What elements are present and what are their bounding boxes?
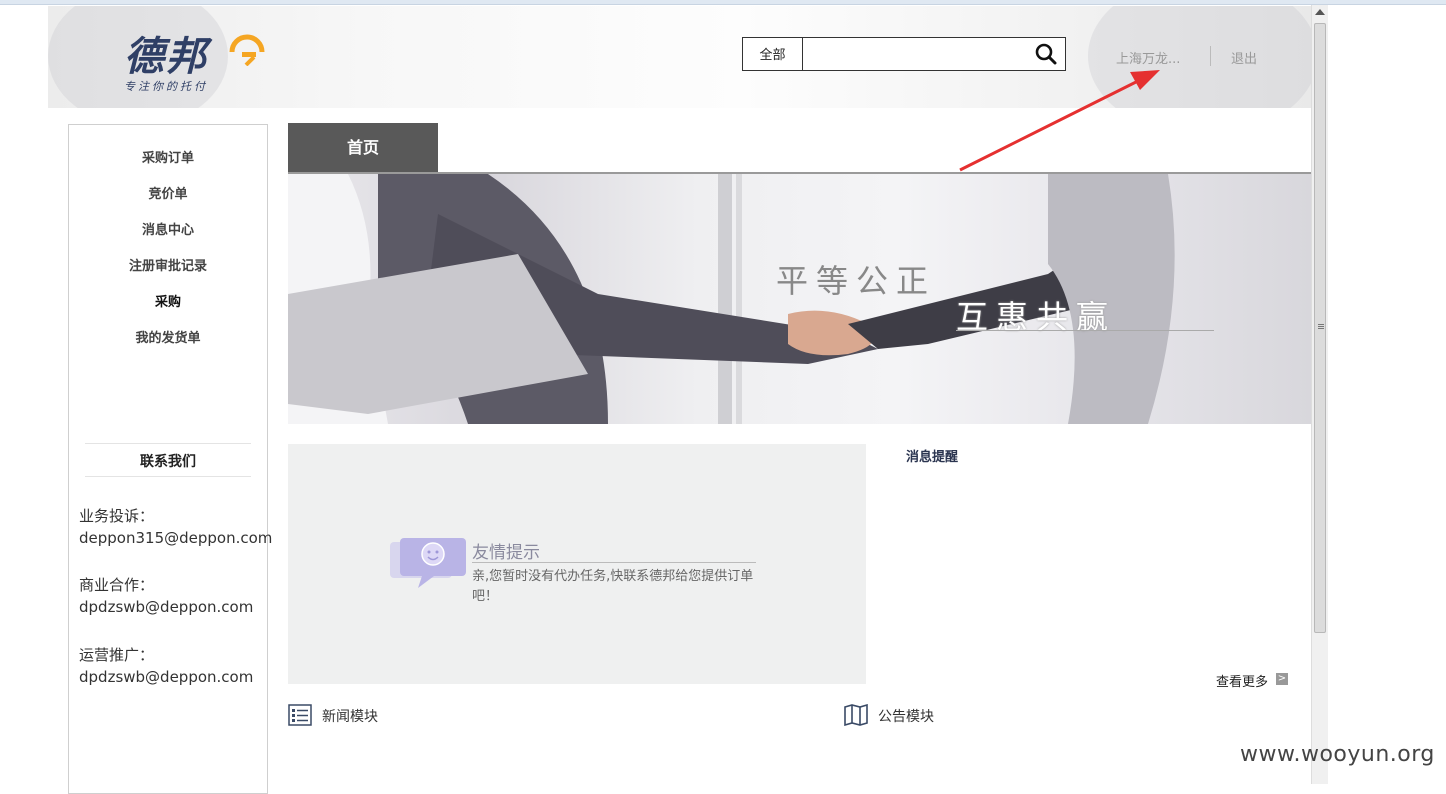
tip-title: 友情提示 <box>472 543 540 563</box>
contact-email: dpdzswb@deppon.com <box>79 668 254 686</box>
browser-top-edge <box>0 0 1446 5</box>
tip-message: 亲,您暂时没有代办任务,快联系德邦给您提供订单吧！ <box>472 569 754 604</box>
tip-divider <box>472 562 756 563</box>
sidebar-item-message-center[interactable]: 消息中心 <box>69 219 267 238</box>
scrollbar-thumb[interactable] <box>1314 23 1326 633</box>
search-scope-select[interactable]: 全部 <box>743 38 803 70</box>
chat-bubble-icon <box>390 538 466 588</box>
todo-tip-panel: 友情提示 亲,您暂时没有代办任务,快联系德邦给您提供订单吧！ <box>288 444 866 684</box>
notice-module-label: 公告模块 <box>878 709 934 725</box>
banner-underline <box>956 330 1214 331</box>
chevron-right-icon[interactable]: > <box>1276 673 1288 685</box>
view-more-link[interactable]: 查看更多 <box>1216 671 1268 690</box>
logo-brand-text: 德邦 <box>124 33 208 80</box>
banner-slogan-2: 互惠共赢 <box>956 298 1117 336</box>
page-scrollbar[interactable] <box>1311 5 1328 784</box>
news-module-label: 新闻模块 <box>322 709 378 725</box>
search-bar: 全部 <box>742 37 1066 71</box>
logo-slogan: 专注你的托付 <box>124 80 208 93</box>
sidebar-item-shipments[interactable]: 我的发货单 <box>69 327 267 346</box>
site-header: 德邦 专注你的托付 全部 上海万龙... 退出 <box>48 6 1311 108</box>
contact-label: 业务投诉： <box>79 507 155 525</box>
contact-complaint: 业务投诉： deppon315@deppon.com <box>79 505 272 549</box>
grip-icon <box>1318 324 1324 325</box>
deppon-logo[interactable]: 德邦 专注你的托付 <box>124 24 274 94</box>
scroll-up-arrow-icon[interactable] <box>1315 9 1325 15</box>
current-user-link[interactable]: 上海万龙... <box>1116 48 1180 67</box>
sidebar-item-registration-approval[interactable]: 注册审批记录 <box>69 255 267 274</box>
list-icon <box>288 704 312 726</box>
search-input[interactable] <box>805 40 1025 68</box>
watermark-text: www.wooyun.org <box>1240 742 1435 767</box>
contact-email: dpdzswb@deppon.com <box>79 598 254 616</box>
sidebar-item-purchase[interactable]: 采购 <box>69 291 267 310</box>
message-reminder-heading: 消息提醒 <box>906 450 959 465</box>
tab-home[interactable]: 首页 <box>288 123 438 172</box>
handshake-banner: 平等公正 互惠共赢 <box>288 174 1311 424</box>
contact-label: 运营推广： <box>79 646 155 664</box>
sidebar: 采购订单 竞价单 消息中心 注册审批记录 采购 我的发货单 联系我们 业务投诉：… <box>68 124 272 794</box>
header-divider <box>1210 46 1211 66</box>
sidebar-item-bidding[interactable]: 竞价单 <box>69 183 267 202</box>
search-icon[interactable] <box>1035 43 1057 65</box>
logout-link[interactable]: 退出 <box>1231 48 1257 67</box>
banner-slogan-1: 平等公正 <box>776 262 937 300</box>
contact-promotion: 运营推广： dpdzswb@deppon.com <box>79 644 253 688</box>
logo-sun-icon <box>229 34 265 66</box>
sidebar-item-purchase-orders[interactable]: 采购订单 <box>69 147 267 166</box>
contact-us-heading: 联系我们 <box>85 443 251 477</box>
map-icon <box>844 704 868 726</box>
contact-email: deppon315@deppon.com <box>79 529 273 547</box>
contact-cooperation: 商业合作： dpdzswb@deppon.com <box>79 574 253 618</box>
contact-label: 商业合作： <box>79 576 155 594</box>
